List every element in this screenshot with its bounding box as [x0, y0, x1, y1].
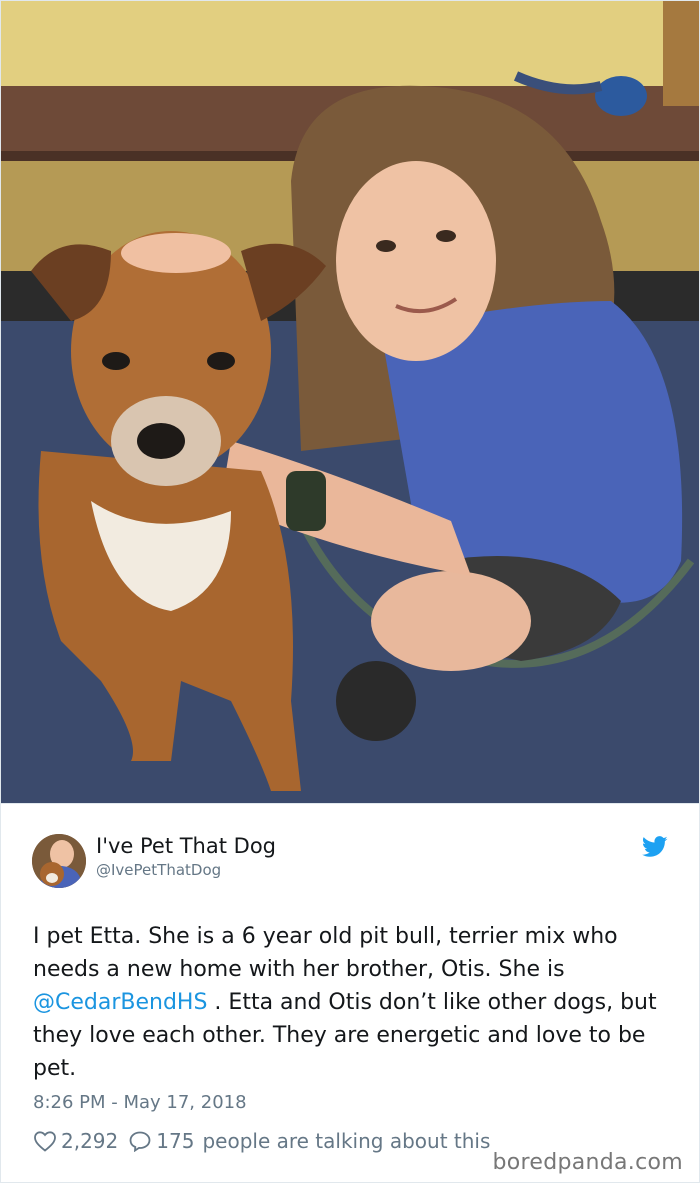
photo-illustration	[1, 1, 699, 803]
author-avatar[interactable]	[32, 834, 86, 888]
reply-button[interactable]: 175	[128, 1129, 194, 1153]
talking-text[interactable]: people are talking about this	[202, 1129, 490, 1153]
tweet-timestamp[interactable]: 8:26 PM - May 17, 2018	[33, 1092, 247, 1113]
tweet-card: I've Pet That Dog @IvePetThatDog I pet E…	[1, 803, 699, 1182]
mention-link[interactable]: @CedarBendHS	[33, 990, 207, 1015]
author-name[interactable]: I've Pet That Dog	[96, 834, 276, 858]
speech-bubble-icon	[129, 1131, 151, 1152]
like-button[interactable]: 2,292	[33, 1129, 128, 1153]
tweet-photo[interactable]	[1, 1, 699, 803]
tweet-text-before: I pet Etta. She is a 6 year old pit bull…	[33, 924, 618, 982]
avatar-image-icon	[32, 834, 86, 888]
tweet-screenshot: I've Pet That Dog @IvePetThatDog I pet E…	[0, 0, 700, 1183]
reply-count: 175	[156, 1129, 195, 1153]
like-count: 2,292	[61, 1129, 119, 1153]
tweet-text: I pet Etta. She is a 6 year old pit bull…	[33, 920, 673, 1085]
author-handle[interactable]: @IvePetThatDog	[96, 861, 221, 879]
twitter-bird-icon[interactable]	[641, 836, 670, 860]
heart-icon	[34, 1131, 56, 1152]
boredpanda-watermark: boredpanda.com	[492, 1150, 683, 1175]
tweet-actions: 2,292 175 people are talking about this	[33, 1129, 490, 1153]
